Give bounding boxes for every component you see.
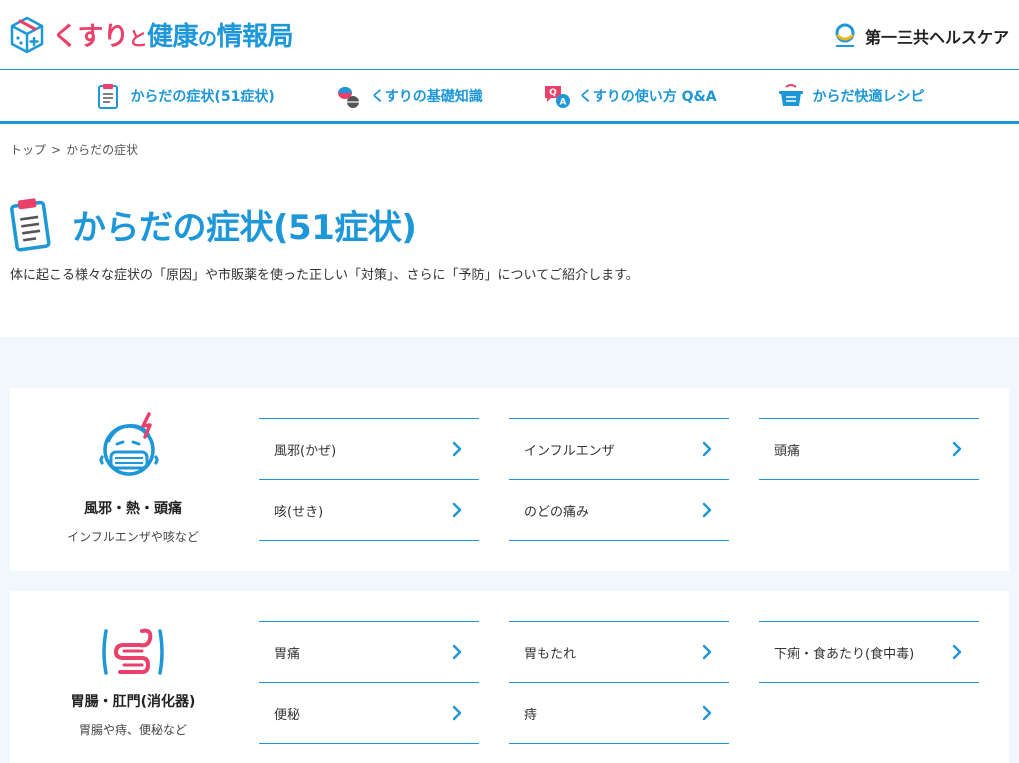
page-title-text: からだの症状(51症状) [72, 207, 417, 248]
nav-label: からだ快適レシピ [812, 89, 925, 105]
symptom-link-label: 風邪(かぜ) [274, 443, 337, 459]
symptom-link-label: 下痢・食あたり(食中毒) [774, 646, 915, 662]
clipboard-icon [10, 198, 51, 252]
category-card-digestive: 胃腸・肛門(消化器) 胃腸や痔、便秘など 胃痛 胃もたれ 下痢・食あたり(食中毒… [10, 591, 1009, 763]
nav-item-symptoms[interactable]: からだの症状(51症状) [94, 71, 275, 121]
breadcrumb: トップ > からだの症状 [10, 141, 138, 158]
corporate-logo-icon [835, 23, 855, 47]
chevron-right-icon [702, 644, 712, 660]
chevron-right-icon [702, 441, 712, 457]
svg-text:Q: Q [549, 88, 557, 98]
symptom-link-constipation[interactable]: 便秘 [259, 682, 479, 744]
chevron-right-icon [952, 644, 962, 660]
nav-label: くすりの使い方 Q&A [578, 89, 717, 105]
symptom-link-label: 胃痛 [274, 646, 301, 662]
category-card-cold: 風邪・熱・頭痛 インフルエンザや咳など 風邪(かぜ) インフルエンザ 頭痛 咳(… [10, 388, 1009, 571]
symptom-link-label: 痔 [524, 707, 538, 723]
nav-label: からだの症状(51症状) [130, 89, 275, 105]
symptom-link-label: のどの痛み [524, 504, 590, 520]
page-title: からだの症状(51症状) [10, 196, 417, 252]
chevron-right-icon [702, 705, 712, 721]
symptom-link-diarrhea[interactable]: 下痢・食あたり(食中毒) [759, 621, 979, 683]
chevron-right-icon [452, 441, 462, 457]
corporate-brand[interactable]: 第一三共ヘルスケア [833, 22, 1009, 50]
global-nav: からだの症状(51症状) くすりの基礎知識 Q A くすりの使い方 Q&A から… [0, 71, 1019, 124]
chevron-right-icon [702, 502, 712, 518]
clipboard-icon [98, 84, 119, 109]
chevron-right-icon [952, 441, 962, 457]
page-lead: 体に起こる様々な症状の「原因」や市販薬を使った正しい「対策」、さらに「予防」につ… [10, 268, 639, 283]
qa-bubble-icon: Q A [544, 86, 570, 108]
medicine-box-logo-icon [10, 16, 44, 54]
symptom-link-cold[interactable]: 風邪(かぜ) [259, 418, 479, 480]
symptom-link-hemorrhoids[interactable]: 痔 [509, 682, 729, 744]
category-subtitle: インフルエンザや咳など [67, 530, 199, 544]
corporate-name: 第一三共ヘルスケア [864, 28, 1009, 47]
intestine-icon [102, 628, 164, 675]
chevron-right-icon [452, 705, 462, 721]
nav-item-recipes[interactable]: からだ快適レシピ [777, 71, 925, 121]
category-name: 風邪・熱・頭痛 [84, 501, 182, 517]
symptom-link-sore-throat[interactable]: のどの痛み [509, 479, 729, 541]
symptom-link-headache[interactable]: 頭痛 [759, 418, 979, 480]
category-subtitle: 胃腸や痔、便秘など [78, 723, 187, 737]
cooking-pot-icon [778, 84, 803, 106]
site-logo[interactable]: くすりと健康の情報局 [8, 14, 294, 54]
category-header[interactable]: 風邪・熱・頭痛 インフルエンザや咳など [10, 410, 256, 545]
pills-icon [337, 87, 359, 108]
symptom-link-label: 胃もたれ [524, 646, 577, 662]
breadcrumb-home-link[interactable]: トップ [10, 143, 46, 157]
site-logo-text: くすりと健康の情報局 [52, 21, 294, 52]
symptom-link-cough[interactable]: 咳(せき) [259, 479, 479, 541]
breadcrumb-current: からだの症状 [66, 143, 139, 157]
symptom-link-heavy-stomach[interactable]: 胃もたれ [509, 621, 729, 683]
cold-head-icon [99, 412, 159, 476]
chevron-right-icon [452, 502, 462, 518]
symptom-categories: 風邪・熱・頭痛 インフルエンザや咳など 風邪(かぜ) インフルエンザ 頭痛 咳(… [0, 337, 1019, 763]
nav-label: くすりの基礎知識 [370, 89, 483, 105]
category-header[interactable]: 胃腸・肛門(消化器) 胃腸や痔、便秘など [10, 625, 256, 738]
symptom-link-influenza[interactable]: インフルエンザ [509, 418, 729, 480]
chevron-right-icon [452, 644, 462, 660]
symptom-link-label: 咳(せき) [274, 504, 324, 520]
site-header: くすりと健康の情報局 第一三共ヘルスケア [0, 0, 1019, 70]
nav-item-medicine-basics[interactable]: くすりの基礎知識 [335, 71, 483, 121]
svg-text:A: A [559, 98, 566, 108]
symptom-link-label: インフルエンザ [524, 443, 615, 459]
breadcrumb-separator: > [51, 143, 62, 157]
symptom-link-label: 頭痛 [774, 443, 801, 459]
symptom-link-label: 便秘 [274, 707, 301, 723]
nav-item-medicine-qa[interactable]: Q A くすりの使い方 Q&A [543, 71, 717, 121]
symptom-link-stomachache[interactable]: 胃痛 [259, 621, 479, 683]
category-name: 胃腸・肛門(消化器) [70, 694, 196, 710]
